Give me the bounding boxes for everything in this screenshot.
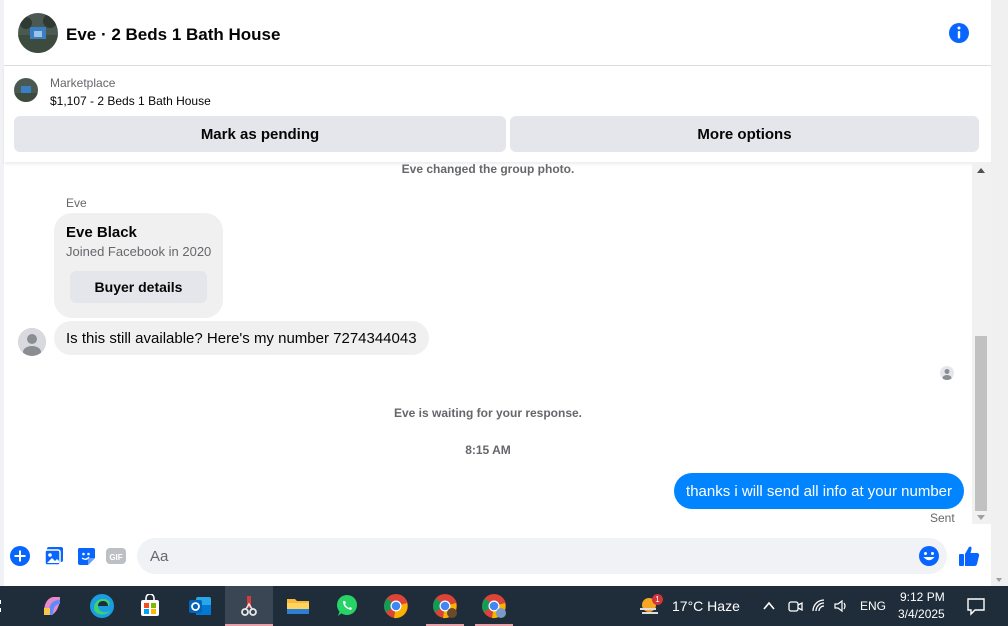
mark-as-pending-button[interactable]: Mark as pending: [14, 116, 506, 152]
clock-date[interactable]: 3/4/2025: [898, 607, 945, 621]
buyer-details-button[interactable]: Buyer details: [70, 271, 207, 303]
buyer-name: Eve Black: [66, 224, 137, 241]
volume-icon[interactable]: [831, 592, 851, 620]
window-scrollbar[interactable]: [991, 0, 1008, 586]
buyer-joined-text: Joined Facebook in 2020: [66, 244, 212, 259]
message-input[interactable]: [137, 538, 947, 574]
system-message: Eve changed the group photo.: [401, 162, 575, 176]
taskbar: 1 17°C Haze ENG 9:12 PM 3/4/2025: [0, 586, 1008, 626]
info-icon[interactable]: [948, 22, 970, 44]
language-indicator[interactable]: ENG: [860, 599, 886, 613]
chat-title[interactable]: Eve · 2 Beds 1 Bath House: [66, 25, 280, 45]
emoji-icon[interactable]: [918, 545, 940, 567]
listing-title[interactable]: $1,107 - 2 Beds 1 Bath House: [50, 94, 211, 108]
edge-icon[interactable]: [88, 592, 116, 620]
chevron-up-icon[interactable]: [757, 592, 781, 620]
plus-icon[interactable]: [10, 546, 30, 566]
avatar[interactable]: [18, 328, 46, 356]
seen-avatar-icon: [940, 366, 954, 380]
snipping-tool-icon[interactable]: [235, 592, 263, 620]
chat-header: Eve · 2 Beds 1 Bath House: [4, 0, 991, 66]
sender-name: Eve: [66, 196, 87, 210]
weather-text[interactable]: 17°C Haze: [672, 598, 740, 614]
window-scroll-down-icon[interactable]: [996, 578, 1002, 582]
like-icon[interactable]: [957, 544, 981, 568]
file-explorer-icon[interactable]: [284, 592, 312, 620]
chrome-icon[interactable]: [382, 592, 410, 620]
outlook-icon[interactable]: [186, 592, 214, 620]
store-icon[interactable]: [136, 592, 164, 620]
marketplace-panel: Marketplace $1,107 - 2 Beds 1 Bath House…: [4, 66, 991, 162]
message-timestamp: 8:15 AM: [465, 443, 511, 457]
notification-icon[interactable]: [962, 592, 990, 620]
waiting-notice: Eve is waiting for your response.: [393, 406, 583, 420]
more-options-button[interactable]: More options: [510, 116, 979, 152]
svg-text:GIF: GIF: [109, 553, 122, 562]
copilot-icon[interactable]: [38, 592, 66, 620]
incoming-message[interactable]: Is this still available? Here's my numbe…: [54, 321, 429, 355]
outgoing-message[interactable]: thanks i will send all info at your numb…: [674, 473, 964, 509]
chrome-profile-c-icon[interactable]: [431, 592, 459, 620]
chat-window: Eve · 2 Beds 1 Bath House Marketplace $1…: [4, 0, 991, 586]
meet-now-icon[interactable]: [785, 592, 805, 620]
task-view-icon[interactable]: [0, 592, 8, 620]
message-list: Eve changed the group photo. Eve Eve Bla…: [4, 162, 991, 534]
message-status: Sent: [930, 511, 955, 525]
scroll-up-icon[interactable]: [977, 168, 985, 173]
scroll-down-icon[interactable]: [977, 515, 985, 520]
wifi-icon[interactable]: [809, 592, 829, 620]
marketplace-label: Marketplace: [50, 76, 116, 90]
scroll-thumb[interactable]: [975, 336, 987, 511]
buyer-profile-card: Eve Black Joined Facebook in 2020 Buyer …: [54, 213, 223, 318]
composer: GIF: [4, 534, 991, 586]
photo-icon[interactable]: [44, 546, 64, 566]
clock-time[interactable]: 9:12 PM: [900, 590, 945, 604]
weather-badge: 1: [652, 594, 663, 605]
listing-thumbnail[interactable]: [14, 78, 38, 102]
gif-icon[interactable]: GIF: [106, 546, 126, 566]
group-avatar[interactable]: [18, 13, 58, 53]
message-scrollbar[interactable]: [972, 162, 991, 524]
whatsapp-icon[interactable]: [333, 592, 361, 620]
sticker-icon[interactable]: [76, 546, 96, 566]
chrome-profile-icon[interactable]: [480, 592, 508, 620]
